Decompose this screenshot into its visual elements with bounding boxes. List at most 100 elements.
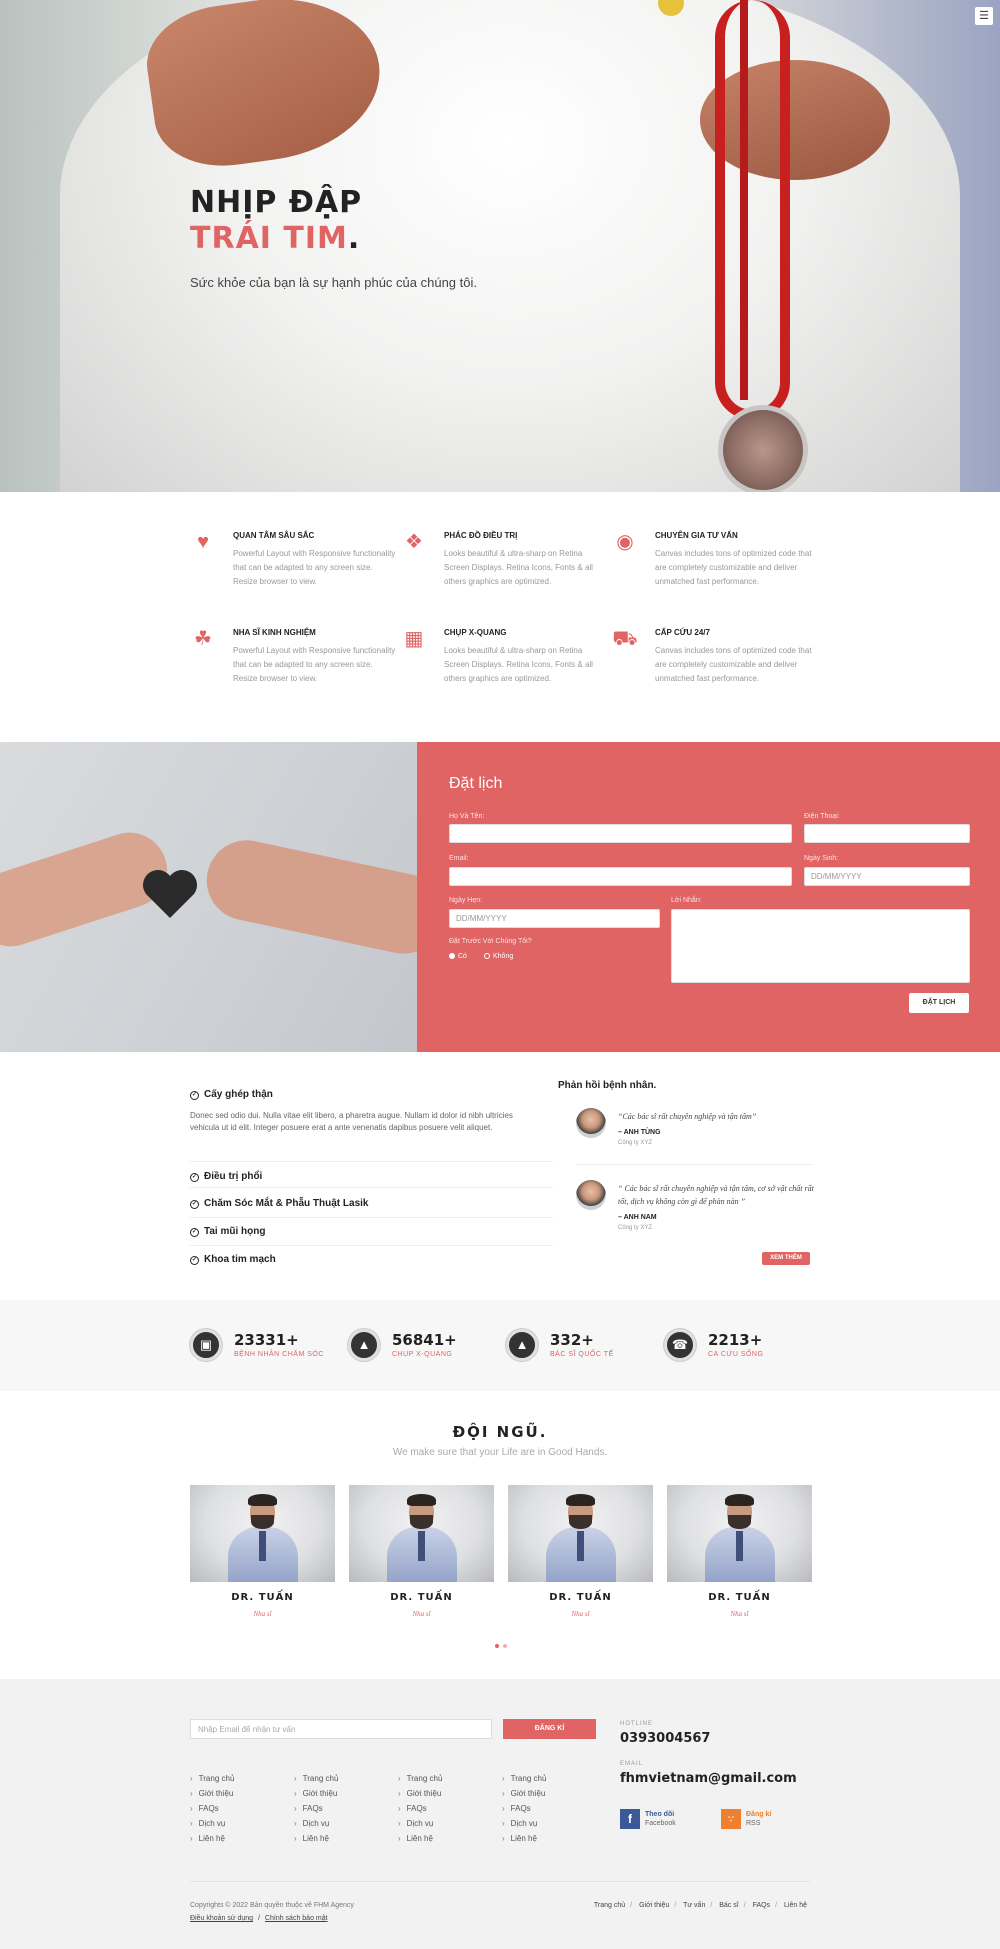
feature-title: PHÁC ĐỒ ĐIỀU TRỊ bbox=[444, 531, 518, 540]
bottom-nav-link[interactable]: Liên hệ bbox=[784, 1902, 807, 1909]
name-field[interactable] bbox=[449, 824, 792, 843]
bottom-nav-link[interactable]: Bác sĩ bbox=[719, 1902, 738, 1909]
subscribe-button[interactable]: ĐĂNG KÍ bbox=[503, 1719, 596, 1739]
feature-title: CHỤP X-QUANG bbox=[444, 628, 507, 637]
member-name: DR. TUẤN bbox=[549, 1592, 612, 1603]
footer-link[interactable]: Giới thiệu bbox=[502, 1786, 546, 1801]
footer-link[interactable]: FAQs bbox=[190, 1801, 234, 1816]
radio-yes-dot[interactable] bbox=[449, 953, 455, 960]
facebook-icon: f bbox=[620, 1809, 640, 1829]
radio-no-dot[interactable] bbox=[484, 953, 490, 960]
name-label: Họ Và Tên: bbox=[449, 813, 485, 820]
footer-link[interactable]: Dịch vụ bbox=[294, 1816, 338, 1831]
feature-title: CẤP CỨU 24/7 bbox=[655, 628, 710, 637]
footer-link[interactable]: Liên hệ bbox=[398, 1831, 442, 1846]
accordion-title[interactable]: ✓ Khoa tim mạch bbox=[190, 1254, 553, 1265]
stat-number: 23331+ bbox=[234, 1331, 299, 1349]
accordion-item[interactable]: ✓ Điều trị phổi bbox=[190, 1163, 553, 1188]
footer-link[interactable]: Giới thiệu bbox=[190, 1786, 234, 1801]
radio-yes[interactable]: Có bbox=[449, 953, 467, 960]
terms-link[interactable]: Điều khoản sử dụng bbox=[190, 1915, 253, 1922]
footer-link[interactable]: Liên hệ bbox=[190, 1831, 234, 1846]
hotline-number[interactable]: 0393004567 bbox=[620, 1731, 710, 1746]
phone-field[interactable] bbox=[804, 824, 970, 843]
bottom-nav-link[interactable]: FAQs bbox=[753, 1902, 771, 1909]
rss-icon: ∵ bbox=[721, 1809, 741, 1829]
feature-desc: Looks beautiful & ultra-sharp on Retina … bbox=[444, 549, 593, 586]
menu-icon[interactable]: ☰ bbox=[975, 7, 993, 25]
hero-title-line2: TRÁI TIM. bbox=[190, 221, 480, 257]
footer-link[interactable]: FAQs bbox=[398, 1801, 442, 1816]
footer: Nhập Email để nhận tư vấn ĐĂNG KÍ Trang … bbox=[0, 1679, 1000, 1949]
booking-form: Đặt lịch Họ Và Tên: Điện Thoại: Email: N… bbox=[417, 742, 1000, 1052]
emergency-icon: ☎ bbox=[664, 1329, 696, 1361]
paper-heart-icon bbox=[143, 870, 197, 918]
bottom-nav: Trang chủ / Giới thiệu / Tư vấn / Bác sĩ / F… bbox=[593, 1902, 807, 1909]
footer-links-col: Trang chủ Giới thiệu FAQs Dịch vụ Liên h… bbox=[190, 1771, 235, 1846]
footer-link[interactable]: Dịch vụ bbox=[398, 1816, 442, 1831]
stat-number: 56841+ bbox=[392, 1331, 457, 1349]
copyright-text: Copyrights © 2022 Bản quyền thuộc về FHM… bbox=[190, 1902, 354, 1909]
footer-link[interactable]: Liên hệ bbox=[502, 1831, 546, 1846]
footer-link[interactable]: Dịch vụ bbox=[190, 1816, 234, 1831]
member-name: DR. TUẤN bbox=[390, 1592, 453, 1603]
accordion-item[interactable]: ✓ Cấy ghép thận Donec sed odio dui. Nulla… bbox=[190, 1089, 553, 1162]
stat-item: ▲ 56841+ CHỤP X-QUANG bbox=[348, 1329, 508, 1363]
bottom-nav-link[interactable]: Tư vấn bbox=[683, 1902, 705, 1909]
accordion-item[interactable]: ✓ Chăm Sóc Mắt & Phẫu Thuật Lasik bbox=[190, 1190, 553, 1218]
bottom-nav-link[interactable]: Giới thiệu bbox=[639, 1902, 669, 1909]
footer-link[interactable]: Giới thiệu bbox=[398, 1786, 442, 1801]
legal-separator: / bbox=[258, 1915, 260, 1922]
see-more-button[interactable]: XEM THÊM bbox=[762, 1252, 810, 1265]
check-circle-icon: ✓ bbox=[190, 1091, 199, 1100]
monitor-icon: ▣ bbox=[190, 1329, 222, 1361]
appointment-date-field[interactable]: DD/MM/YYYY bbox=[449, 909, 660, 928]
member-role: Nha sĩ bbox=[412, 1610, 431, 1618]
accordion-title[interactable]: ✓ Tai mũi họng bbox=[190, 1226, 553, 1237]
hero-title-line1: NHỊP ĐẬP bbox=[190, 185, 363, 220]
footer-links-col: Trang chủ Giới thiệu FAQs Dịch vụ Liên h… bbox=[502, 1771, 547, 1846]
contact-email[interactable]: fhmvietnam@gmail.com bbox=[620, 1771, 797, 1786]
testimonial-company: Công ty XYZ bbox=[618, 1225, 653, 1231]
message-textarea[interactable] bbox=[671, 909, 970, 983]
footer-link[interactable]: Trang chủ bbox=[190, 1771, 235, 1786]
check-circle-icon: ✓ bbox=[190, 1200, 199, 1209]
email-field[interactable] bbox=[449, 867, 792, 886]
accordion-item[interactable]: ✓ Tai mũi họng bbox=[190, 1218, 553, 1246]
footer-link[interactable]: Liên hệ bbox=[294, 1831, 338, 1846]
testimonial-author: – ANH TÙNG bbox=[618, 1129, 661, 1136]
bottom-nav-link[interactable]: Trang chủ bbox=[594, 1902, 625, 1909]
footer-link[interactable]: Dịch vụ bbox=[502, 1816, 546, 1831]
footer-link[interactable]: FAQs bbox=[502, 1801, 546, 1816]
rss-subtitle: RSS bbox=[746, 1820, 761, 1827]
footer-link[interactable]: Trang chủ bbox=[398, 1771, 443, 1786]
booking-section: Đặt lịch Họ Và Tên: Điện Thoại: Email: N… bbox=[0, 742, 1000, 1052]
accordion-title-text: Khoa tim mạch bbox=[204, 1254, 276, 1265]
accordion-title[interactable]: ✓ Cấy ghép thận bbox=[190, 1089, 553, 1100]
doctor-photo bbox=[508, 1485, 653, 1582]
testimonial-company: Công ty XYZ bbox=[618, 1140, 653, 1146]
newsletter-email-input[interactable]: Nhập Email để nhận tư vấn bbox=[190, 1719, 492, 1739]
footer-link[interactable]: FAQs bbox=[294, 1801, 338, 1816]
privacy-link[interactable]: Chính sách bảo mật bbox=[265, 1915, 328, 1922]
testimonial-quote: “ Các bác sĩ rất chuyên nghiệp và tận tâ… bbox=[618, 1184, 814, 1206]
radio-no[interactable]: Không bbox=[484, 953, 513, 960]
stethoscope-tube-image bbox=[740, 0, 770, 400]
accordion-title[interactable]: ✓ Điều trị phổi bbox=[190, 1171, 553, 1182]
message-label: Lời Nhắn: bbox=[671, 897, 702, 904]
ambulance-icon: ⛟ bbox=[612, 628, 638, 650]
book-button[interactable]: ĐẶT LỊCH bbox=[909, 993, 969, 1013]
carousel-dot[interactable] bbox=[503, 1644, 507, 1648]
accordion-item[interactable]: ✓ Khoa tim mạch bbox=[190, 1246, 553, 1274]
testimonials-title: Phản hồi bệnh nhân. bbox=[558, 1080, 657, 1091]
footer-link[interactable]: Trang chủ bbox=[294, 1771, 339, 1786]
dob-field[interactable]: DD/MM/YYYY bbox=[804, 867, 970, 886]
footer-link[interactable]: Giới thiệu bbox=[294, 1786, 338, 1801]
stat-item: ☎ 2213+ CA CỨU SỐNG bbox=[664, 1329, 824, 1363]
hands-heart-image bbox=[0, 742, 417, 1052]
accordion-title[interactable]: ✓ Chăm Sóc Mắt & Phẫu Thuật Lasik bbox=[190, 1198, 553, 1209]
carousel-dot-active[interactable] bbox=[495, 1644, 499, 1648]
footer-link[interactable]: Trang chủ bbox=[502, 1771, 547, 1786]
stats-bar: ▣ 23331+ BỆNH NHÂN CHĂM SÓC ▲ 56841+ CHỤ… bbox=[0, 1300, 1000, 1391]
footer-links-col: Trang chủ Giới thiệu FAQs Dịch vụ Liên h… bbox=[398, 1771, 443, 1846]
